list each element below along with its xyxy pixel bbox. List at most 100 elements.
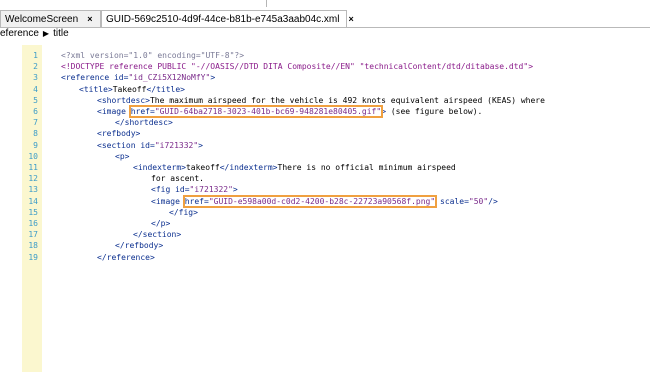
code-line[interactable]: 11 <indexterm>takeoff</indexterm>There is… [0,162,640,173]
xml-tag: <p> [115,151,130,161]
code-text: <shortdesc>The maximum airspeed for the … [97,95,545,106]
attribute-value: "50" [468,196,489,206]
tab-bar: WelcomeScreen × GUID-569c2510-4d9f-44ce-… [0,10,650,28]
code-line[interactable]: 12 for ascent. [0,173,640,184]
code-text: </shortdesc> [115,117,173,128]
attribute-value: "GUID-64ba2718-3023-401b-bc69-948281e804… [154,107,382,116]
tab-close-icon[interactable]: × [87,14,92,24]
text-content: takeoff [185,163,220,172]
code-editor[interactable]: 1 <?xml version="1.0" encoding="UTF-8"?> 2… [0,45,650,372]
xml-tag: > [232,185,238,195]
code-text: <p> [115,151,129,162]
line-number: 19 [28,252,38,262]
attribute-name: href= [184,196,209,206]
breadcrumb-item-current[interactable]: title [53,28,69,39]
code-line[interactable]: 14 <image href="GUID-e598a00d-c0d2-4200-b… [0,194,640,208]
code-text: <?xml version="1.0" encoding="UTF-8"?> [61,50,244,61]
xml-tag: <title> [79,84,113,94]
code-line[interactable]: 6 <image href="GUID-64ba2718-3023-401b-bc… [0,105,640,118]
code-text: <!DOCTYPE reference PUBLIC "-//OASIS//DT… [61,61,533,72]
highlighted-href-attribute: href="GUID-64ba2718-3023-401b-bc69-94828… [128,105,384,118]
tab-label: GUID-569c2510-4d9f-44ce-b81b-e745a3aab04… [106,13,340,25]
xml-tag: </shortdesc> [115,118,173,128]
line-number: 11 [28,163,38,172]
xml-tag: <reference [61,73,114,83]
code-text: <image href="GUID-64ba2718-3023-401b-bc6… [97,105,483,118]
line-number: 3 [33,73,38,83]
code-text: <section id="i721332"> [97,140,203,151]
code-line[interactable]: 7 </shortdesc> [0,117,640,128]
line-number: 13 [28,185,38,195]
code-line[interactable]: 17 </section> [0,229,640,240]
tab-welcome-screen[interactable]: WelcomeScreen × [0,10,101,27]
line-number: 9 [33,140,38,150]
line-number: 6 [33,107,38,116]
processing-instruction: <?xml version="1.0" encoding="UTF-8"?> [61,51,245,60]
xml-tag: </refbody> [115,241,164,251]
code-line[interactable]: 16 </p> [0,218,640,229]
tab-label: WelcomeScreen [5,13,79,25]
line-number: 12 [28,174,38,184]
line-number: 4 [33,84,38,94]
code-line[interactable]: 8 <refbody> [0,128,640,139]
tab-xml-file[interactable]: GUID-569c2510-4d9f-44ce-b81b-e745a3aab04… [101,10,354,27]
code-text: </fig> [169,207,198,218]
code-text: <fig id="i721322"> [151,184,238,195]
text-content: Takeoff [112,84,147,94]
top-strip [0,0,650,10]
attribute-name: id= [113,73,129,83]
code-line[interactable]: 15 </fig> [0,207,640,218]
text-content: The maximum airspeed for the vehicle is … [149,95,545,105]
code-text: <image href="GUID-e598a00d-c0d2-4200-b28… [151,194,498,208]
code-text: <title>Takeoff</title> [79,84,185,95]
code-line[interactable]: 19 </reference> [0,252,640,263]
xml-tag: </p> [151,219,171,228]
xml-tag: <image [151,196,185,206]
code-text: <reference id="id_CZi5X12NoMfY"> [61,72,215,83]
line-number: 16 [28,219,38,228]
xml-tag: <section [97,140,141,150]
code-line[interactable]: 10 <p> [0,151,640,162]
line-number: 7 [33,118,38,128]
code-line[interactable]: 5 <shortdesc>The maximum airspeed for the… [0,95,640,106]
line-number: 17 [28,230,38,240]
attribute-name: id= [175,185,190,195]
attribute-value: "GUID-e598a00d-c0d2-4200-b28c-22723a9056… [208,196,436,206]
doctype-declaration: <!DOCTYPE reference PUBLIC "-//OASIS//DT… [61,62,534,72]
code-line[interactable]: 1 <?xml version="1.0" encoding="UTF-8"?> [0,50,640,61]
highlighted-href-attribute: href="GUID-e598a00d-c0d2-4200-b28c-22723… [182,194,438,208]
tab-close-icon[interactable]: × [348,14,353,24]
xml-tag: <shortdesc> [97,95,150,105]
text-content: (see figure below). [390,107,483,116]
breadcrumb-arrow-icon: ▶ [42,29,50,38]
line-number: 1 [33,51,38,60]
attribute-value: "i721332" [154,140,199,150]
code-text: </p> [151,218,170,229]
text-content: There is no official minimum airspeed [277,163,456,172]
attribute-name: scale= [440,196,469,206]
code-line[interactable]: 4 <title>Takeoff</title> [0,84,640,95]
xml-tag: </title> [146,84,185,94]
code-text: for ascent. [151,173,204,184]
attribute-name: href= [130,107,155,116]
code-line[interactable]: 3 <reference id="id_CZi5X12NoMfY"> [0,72,640,83]
breadcrumb-item-parent[interactable]: eference [0,28,39,39]
xml-tag: > [210,73,216,83]
xml-tag: </fig> [169,207,198,217]
code-line[interactable]: 2 <!DOCTYPE reference PUBLIC "-//OASIS//D… [0,61,640,72]
code-text: </section> [133,229,181,240]
code-text: </refbody> [115,240,163,251]
xml-tag: </section> [133,230,182,240]
code-line[interactable]: 18 </refbody> [0,240,640,251]
line-number: 18 [28,241,38,251]
attribute-value: "i721322" [189,185,233,195]
code-line[interactable]: 13 <fig id="i721322"> [0,184,640,195]
code-text: <indexterm>takeoff</indexterm>There is n… [133,162,456,173]
code-line[interactable]: 9 <section id="i721332"> [0,140,640,151]
xml-tag: </reference> [97,252,155,262]
line-number: 10 [28,151,38,161]
attribute-name: id= [140,140,155,150]
xml-tag: > [198,140,203,150]
line-number: 5 [33,95,38,105]
xml-tag: > [381,107,391,116]
